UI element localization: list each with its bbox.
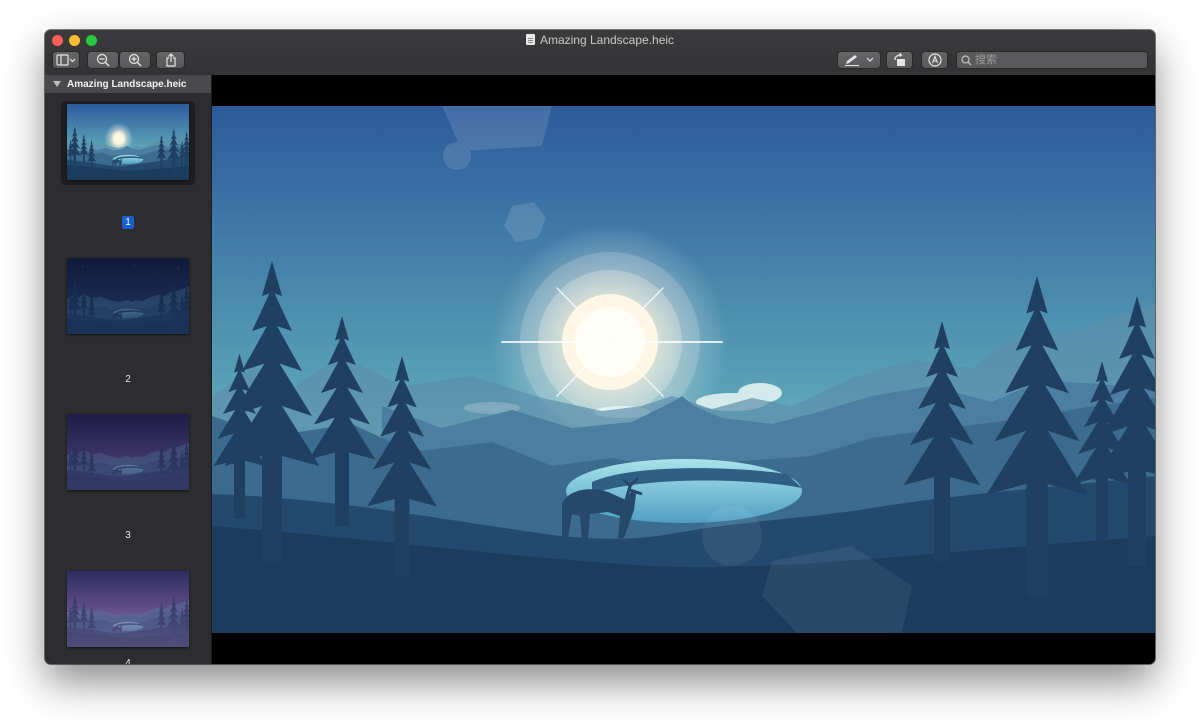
thumbnail-sidebar: Amazing Landscape.heic 1 2 3 4 [45, 75, 212, 664]
rotate-button[interactable] [886, 51, 913, 69]
page-number-1: 1 [122, 216, 134, 229]
pen-icon [845, 55, 859, 66]
page-label-4: 4 [45, 658, 211, 664]
markup-circle-icon [927, 53, 942, 67]
share-icon [165, 53, 176, 67]
page-thumbnail-1[interactable] [67, 104, 189, 180]
sidebar-icon [56, 54, 76, 66]
chevron-down-icon [866, 57, 874, 62]
toolbar: Amazing Landscape.heic [45, 30, 1155, 76]
page-label-1: 1 [45, 216, 211, 229]
rotate-left-icon [893, 53, 905, 66]
markup-toolbar-button[interactable] [921, 51, 948, 69]
page-label-2: 2 [45, 374, 211, 385]
disclosure-triangle-icon[interactable] [53, 81, 61, 87]
search-input[interactable] [972, 54, 1135, 66]
sidebar-toggle-button[interactable] [52, 51, 80, 69]
main-image [212, 106, 1155, 633]
share-button[interactable] [156, 51, 185, 69]
zoom-out-button[interactable] [87, 51, 119, 69]
page-number-4: 4 [125, 658, 131, 664]
search-field[interactable] [956, 51, 1148, 69]
document-icon [525, 34, 535, 45]
image-viewer[interactable] [212, 75, 1155, 664]
page-thumbnail-4[interactable] [67, 571, 189, 647]
zoom-in-icon [128, 53, 142, 67]
page-number-2: 2 [125, 374, 131, 385]
sidebar-header-title: Amazing Landscape.heic [67, 78, 187, 90]
window-title: Amazing Landscape.heic [45, 33, 1155, 47]
page-number-3: 3 [125, 530, 131, 541]
page-label-3: 3 [45, 530, 211, 541]
page-thumbnail-2[interactable] [67, 258, 189, 334]
preview-window: Amazing Landscape.heic 搜索 Amazing Landsc… [45, 30, 1155, 664]
search-icon [961, 54, 972, 65]
page-thumbnail-3[interactable] [67, 414, 189, 490]
window-title-text: Amazing Landscape.heic [539, 33, 675, 47]
zoom-in-button[interactable] [119, 51, 151, 69]
zoom-out-icon [96, 53, 110, 67]
sidebar-document-header[interactable]: Amazing Landscape.heic [45, 75, 211, 93]
markup-pen-button[interactable] [837, 51, 881, 69]
